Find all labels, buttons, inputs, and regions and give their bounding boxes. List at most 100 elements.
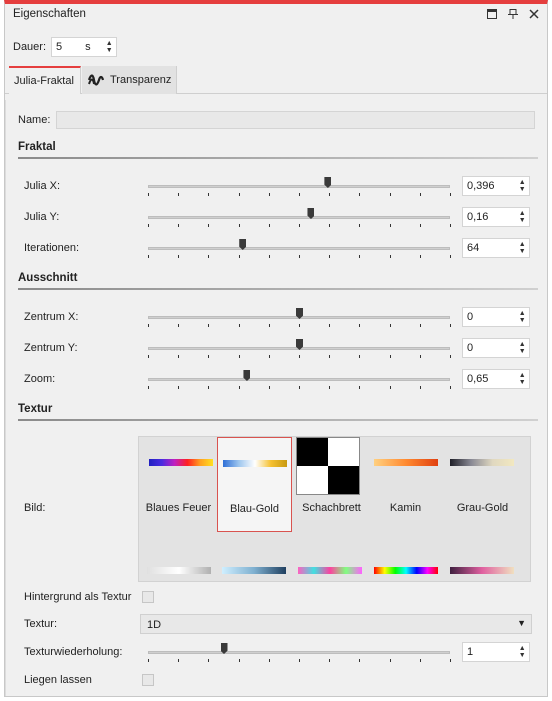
iterationen-spinner[interactable]: 64 ▲ ▼ — [462, 238, 530, 258]
julia-x-spinner[interactable]: 0,396 ▲ ▼ — [462, 176, 530, 196]
slider-tick — [329, 355, 331, 358]
spinner-value[interactable]: 64 — [463, 242, 515, 254]
section-title: Ausschnitt — [18, 272, 78, 284]
slider-tick — [329, 224, 331, 227]
duration-value[interactable]: 5 — [52, 41, 85, 53]
spinner-arrows-icon[interactable]: ▲ ▼ — [515, 177, 529, 195]
properties-panel: Eigenschaften Dauer: 5 s ▲ ▼ Julia-Frakta… — [4, 0, 548, 697]
slider-tick — [329, 193, 331, 196]
duration-label: Dauer: — [13, 41, 47, 53]
slider-row-zentrum-y: Zentrum Y: 0 ▲ ▼ — [24, 338, 536, 360]
slider-tick — [238, 324, 240, 327]
close-icon[interactable] — [528, 8, 539, 19]
slider-tick — [450, 224, 451, 227]
spinner-arrows-icon[interactable]: ▲ ▼ — [515, 239, 529, 257]
texture-grau-gold[interactable]: Grau-Gold — [445, 437, 520, 532]
slider-tick — [299, 386, 300, 389]
texture-gallery[interactable]: Blaues Feuer Blau-Gold Schachbrett Kamin… — [138, 436, 531, 582]
slider-label: Zentrum X: — [24, 311, 79, 323]
liegen-lassen-checkbox[interactable] — [142, 674, 154, 686]
slider-tick — [329, 659, 331, 662]
texturwiederholung-spinner[interactable]: 1 ▲ ▼ — [462, 642, 530, 662]
zoom-slider[interactable] — [148, 369, 451, 391]
texturwiederholung-slider[interactable] — [148, 642, 451, 664]
slider-tick — [329, 255, 331, 258]
slider-track — [148, 216, 450, 219]
slider-track — [148, 247, 450, 250]
pin-icon[interactable] — [507, 8, 518, 19]
julia-y-spinner[interactable]: 0,16 ▲ ▼ — [462, 207, 530, 227]
texture-swatch-row2-3[interactable] — [298, 567, 362, 574]
duration-spinner[interactable]: 5 s ▲ ▼ — [51, 37, 118, 57]
texture-blaues-feuer[interactable]: Blaues Feuer — [141, 437, 216, 532]
window-icon[interactable] — [486, 8, 497, 19]
tab-content: Name: Fraktal Julia X: 0,396 ▲ ▼ Julia Y: — [5, 100, 547, 696]
texture-swatch-row2-5[interactable] — [450, 567, 514, 574]
select-value: 1D — [147, 619, 162, 631]
spinner-value[interactable]: 0,396 — [463, 180, 515, 192]
spinner-arrows-icon[interactable]: ▲ ▼ — [102, 38, 116, 56]
slider-track — [148, 185, 450, 188]
julia-y-slider[interactable] — [148, 207, 451, 229]
slider-tick — [450, 324, 451, 327]
slider-tick — [208, 659, 210, 662]
spinner-arrows-icon[interactable]: ▲ ▼ — [515, 308, 529, 326]
textur-select[interactable]: 1D ▼ — [140, 614, 532, 634]
texture-blau-gold[interactable]: Blau-Gold — [217, 437, 292, 532]
slider-tick — [208, 224, 210, 227]
slider-tick — [389, 324, 391, 327]
hintergrund-checkbox[interactable] — [142, 591, 154, 603]
slider-tick — [419, 659, 421, 662]
texture-swatch-row2-4[interactable] — [374, 567, 438, 574]
name-input[interactable] — [56, 111, 535, 129]
slider-tick — [268, 224, 270, 227]
texture-name: Schachbrett — [302, 502, 361, 514]
spinner-arrows-icon[interactable]: ▲ ▼ — [515, 208, 529, 226]
slider-tick — [299, 193, 300, 196]
spinner-arrows-icon[interactable]: ▲ ▼ — [515, 370, 529, 388]
slider-tick — [238, 386, 240, 389]
iterationen-slider[interactable] — [148, 238, 451, 260]
zoom-spinner[interactable]: 0,65 ▲ ▼ — [462, 369, 530, 389]
tab-transparenz[interactable]: Transparenz — [82, 66, 177, 94]
slider-tick — [359, 659, 361, 662]
name-label: Name: — [18, 114, 51, 126]
texture-swatch-row2-2[interactable] — [222, 567, 286, 574]
spinner-value[interactable]: 0 — [463, 342, 515, 354]
spinner-value[interactable]: 0,16 — [463, 211, 515, 223]
slider-tick — [208, 193, 210, 196]
slider-row-zoom: Zoom: 0,65 ▲ ▼ — [24, 369, 536, 391]
tab-julia-fraktal[interactable]: Julia-Fraktal — [9, 66, 81, 94]
checkerboard-swatch — [296, 437, 360, 495]
slider-tick — [299, 324, 300, 327]
spinner-value[interactable]: 0 — [463, 311, 515, 323]
zentrum-y-spinner[interactable]: 0 ▲ ▼ — [462, 338, 530, 358]
julia-x-slider[interactable] — [148, 176, 451, 198]
slider-tick — [208, 255, 210, 258]
texture-schachbrett[interactable]: Schachbrett — [294, 437, 369, 532]
texture-kamin[interactable]: Kamin — [368, 437, 443, 532]
texture-swatch-row2-1[interactable] — [147, 567, 211, 574]
zentrum-x-slider[interactable] — [148, 307, 451, 329]
slider-tick — [208, 386, 210, 389]
slider-tick — [389, 659, 391, 662]
spinner-arrows-icon[interactable]: ▲ ▼ — [515, 643, 529, 661]
slider-tick — [389, 224, 391, 227]
slider-tick — [419, 355, 421, 358]
slider-tick — [148, 386, 149, 389]
slider-label: Texturwiederholung: — [24, 646, 123, 658]
slider-tick — [359, 224, 361, 227]
slider-tick — [268, 324, 270, 327]
spinner-arrows-icon[interactable]: ▲ ▼ — [515, 339, 529, 357]
slider-ticks — [148, 355, 451, 359]
zentrum-y-slider[interactable] — [148, 338, 451, 360]
slider-tick — [359, 193, 361, 196]
spinner-value[interactable]: 0,65 — [463, 373, 515, 385]
texture-name: Blau-Gold — [230, 503, 279, 515]
slider-tick — [238, 355, 240, 358]
texture-name: Kamin — [389, 502, 422, 514]
bild-label: Bild: — [24, 502, 46, 514]
spinner-value[interactable]: 1 — [463, 646, 515, 658]
zentrum-x-spinner[interactable]: 0 ▲ ▼ — [462, 307, 530, 327]
section-divider — [18, 419, 538, 421]
